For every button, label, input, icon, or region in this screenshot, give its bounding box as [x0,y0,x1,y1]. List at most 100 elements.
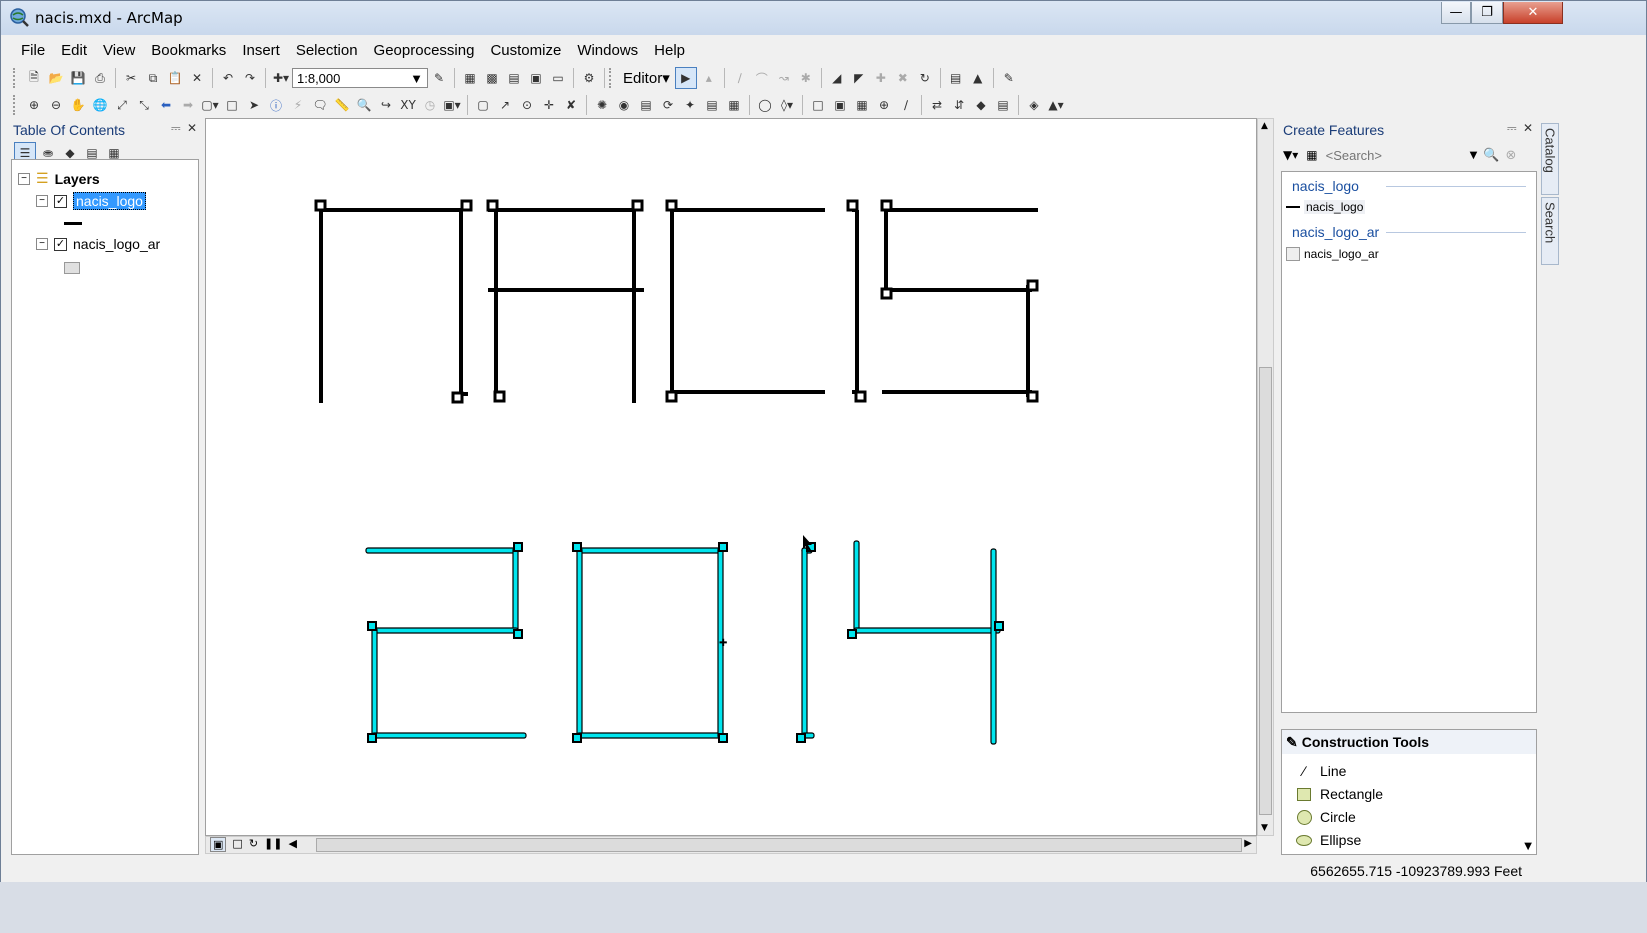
cf-close-icon[interactable]: ✕ [1523,121,1533,135]
undo-icon[interactable]: ↶ [218,68,238,88]
menu-view[interactable]: View [95,42,143,59]
menu-file[interactable]: File [13,42,53,59]
find-icon[interactable]: 🔍 [354,95,374,115]
edit-tool-icon[interactable]: ▶ [674,67,697,89]
toc-close-icon[interactable]: ✕ [187,121,197,135]
map-vertical-scrollbar[interactable]: ▲ ▼ [1257,118,1274,836]
tool-rectangle[interactable]: Rectangle [1296,786,1383,802]
create-features-icon[interactable]: ✎ [999,68,1019,88]
straight-segment-icon[interactable]: ∕ [730,68,750,88]
scroll-down-icon[interactable]: ▼ [1261,823,1268,833]
pan-hand-icon[interactable]: ✋ [68,95,88,115]
map-canvas[interactable]: ✚ [206,119,1256,835]
traverse-icon[interactable]: ▣ [830,95,850,115]
scroll-up-icon[interactable]: ▲ [1261,121,1268,131]
table-of-contents-icon[interactable]: ▦ [460,68,480,88]
filter-icon[interactable]: ▼▾ [1283,148,1298,162]
forward-extent-icon[interactable]: ➡ [178,95,198,115]
reshape-feature-icon[interactable]: ◤ [849,68,869,88]
clear-search-icon[interactable]: ⊗ [1506,148,1517,163]
save-icon[interactable]: 💾 [68,68,88,88]
redo-icon[interactable]: ↷ [240,68,260,88]
minimize-button[interactable]: — [1441,2,1471,24]
layer-visibility-checkbox[interactable]: ✓ [54,194,67,208]
toolbar-grip[interactable] [609,68,615,88]
catalog-side-tab[interactable]: Catalog [1541,123,1559,195]
tool-circle[interactable]: Circle [1296,809,1356,825]
refresh-icon[interactable]: ↻ [249,837,258,852]
layer-name[interactable]: nacis_logo_ar [73,236,160,252]
tool-ellipse[interactable]: Ellipse [1296,832,1361,848]
organize-templates-icon[interactable]: ▦ [1306,148,1317,162]
schematic-icon[interactable]: ◈ [1024,95,1044,115]
scroll-right-icon[interactable]: ▶ [1244,838,1252,849]
horizontal-scroll-thumb[interactable] [316,838,1242,852]
nacis-logo-ar-features[interactable] [365,540,1001,745]
trace-network-icon[interactable]: ◆ [971,95,991,115]
paste-icon[interactable]: 📋 [165,68,185,88]
vertical-scroll-thumb[interactable] [1259,367,1272,815]
search-side-tab[interactable]: Search [1541,197,1559,265]
template-nacis-logo-ar[interactable]: nacis_logo_ar [1286,247,1379,261]
catalog-window-icon[interactable]: ▩ [482,68,502,88]
snapping-point-icon[interactable]: ▢ [473,95,493,115]
advanced-editing-icon[interactable]: ▤ [636,95,656,115]
search-icon[interactable]: 🔍 [1483,148,1499,163]
cogo-icon[interactable]: □ [808,95,828,115]
layout-view-icon[interactable]: □ [232,837,242,852]
map-scale-combo[interactable]: 1:8,000 ▼ [292,68,428,88]
pause-drawing-icon[interactable]: ❚❚ [264,837,282,852]
cf-pin-icon[interactable]: ⎓ [1507,121,1517,136]
menu-insert[interactable]: Insert [234,42,288,59]
parcel-editor-icon[interactable]: ◊▾ [777,95,797,115]
editor-toolbar-toggle-icon[interactable]: ✎ [429,68,449,88]
model-builder-icon[interactable]: ⚙ [579,68,599,88]
clear-selection-icon[interactable]: □ [222,95,242,115]
rotate-tool-icon[interactable]: ↻ [915,68,935,88]
search-window-icon[interactable]: ▤ [504,68,524,88]
line-symbol-swatch[interactable] [64,222,82,225]
zoom-in-icon[interactable]: ⊕ [24,95,44,115]
network-icon[interactable]: ⇄ [927,95,947,115]
html-popup-icon[interactable]: 🗨 [310,95,330,115]
add-data-icon[interactable]: ✚▾ [271,68,291,88]
toc-pin-icon[interactable]: ⎓ [171,121,181,136]
menu-bookmarks[interactable]: Bookmarks [143,42,234,59]
layer-nacis-logo-ar[interactable]: − ✓ nacis_logo_ar [36,236,160,252]
layers-root[interactable]: − ☰ Layers [18,170,100,187]
attributes-icon[interactable]: ▤ [946,68,966,88]
maximize-button[interactable]: ❐ [1471,2,1503,24]
python-window-icon[interactable]: ▭ [548,68,568,88]
layer-name[interactable]: nacis_logo [73,192,146,210]
distance-distance-icon[interactable]: ∕ [896,95,916,115]
snapping-end-icon[interactable]: ↗ [495,95,515,115]
open-folder-icon[interactable]: 📂 [46,68,66,88]
fixed-zoom-out-icon[interactable]: ⤡ [134,95,154,115]
zoom-out-icon[interactable]: ⊖ [46,95,66,115]
fixed-zoom-in-icon[interactable]: ⤢ [112,95,132,115]
sketch-properties-icon[interactable]: ▲ [968,68,988,88]
editor-dropdown[interactable]: Editor▾ [619,69,674,87]
hyperlink-icon[interactable]: ⚡ [288,95,308,115]
new-document-icon[interactable]: 🗎 [24,68,44,88]
construct-points-icon[interactable]: ▦ [852,95,872,115]
template-search-input[interactable] [1323,145,1468,165]
copy-icon[interactable]: ⧉ [143,68,163,88]
edit-vertices-icon[interactable]: ◢ [827,68,847,88]
spatial-adjustment-icon[interactable]: ◯ [755,95,775,115]
collapse-icon[interactable]: − [36,238,48,250]
cut-icon[interactable]: ✂ [121,68,141,88]
back-extent-icon[interactable]: ⬅ [156,95,176,115]
collapse-icon[interactable]: − [18,172,30,185]
select-features-icon[interactable]: ▢▾ [200,95,220,115]
create-viewer-window-icon[interactable]: ▣▾ [442,95,462,115]
snapping-intersection-icon[interactable]: ✘ [561,95,581,115]
polygon-symbol-swatch[interactable] [64,262,80,274]
template-nacis-logo[interactable]: nacis_logo [1286,200,1366,214]
toolbar-grip[interactable] [13,68,19,88]
align-icon[interactable]: ▤ [702,95,722,115]
go-to-xy-icon[interactable]: XY [398,95,418,115]
trace-icon[interactable]: ↝ [774,68,794,88]
menu-edit[interactable]: Edit [53,42,95,59]
layer-visibility-checkbox[interactable]: ✓ [54,237,67,251]
